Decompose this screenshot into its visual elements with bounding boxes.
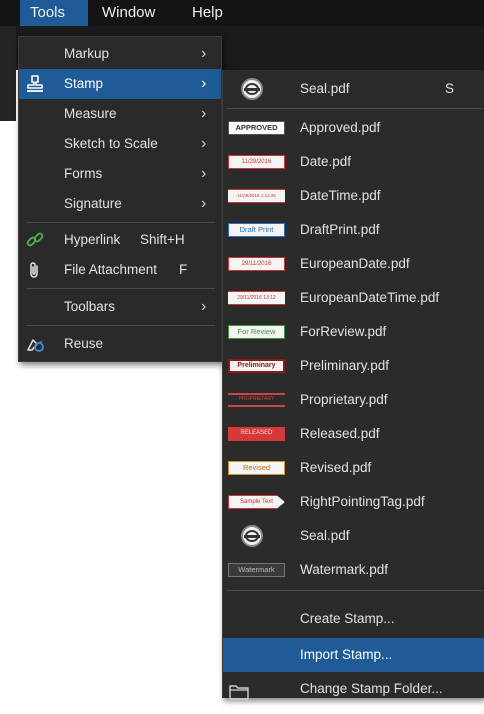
stamp-item-label: Released.pdf — [300, 426, 380, 441]
stamp-thumbnail: Watermark — [228, 563, 285, 577]
stamp-item-released[interactable]: RELEASED Released.pdf — [223, 417, 484, 451]
reuse-icon — [25, 334, 45, 354]
chevron-right-icon: › — [201, 45, 207, 62]
shortcut-label: F — [179, 262, 188, 277]
menu-separator — [27, 325, 215, 326]
stamp-item-approved[interactable]: APPROVED Approved.pdf — [223, 111, 484, 145]
seal-icon — [241, 525, 263, 547]
stamp-item-revised[interactable]: Revised Revised.pdf — [223, 451, 484, 485]
stamp-item-label: Date.pdf — [300, 154, 352, 169]
tools-item-hyperlink[interactable]: Hyperlink Shift+H — [19, 225, 221, 255]
seal-icon — [241, 78, 263, 100]
tools-item-label: File Attachment — [64, 262, 158, 277]
create-stamp-item[interactable]: Create Stamp... — [223, 602, 484, 636]
stamp-item-preliminary[interactable]: Preliminary Preliminary.pdf — [223, 349, 484, 383]
stamp-item-label: ForReview.pdf — [300, 324, 387, 339]
stamp-item-label: Seal.pdf — [300, 528, 350, 543]
stamp-thumbnail: 11/29/2016 — [228, 155, 285, 169]
chevron-right-icon: › — [201, 195, 207, 212]
stamp-item-label: Revised.pdf — [300, 460, 372, 475]
tools-item-label: Hyperlink — [64, 232, 121, 247]
stamp-item-label: Import Stamp... — [300, 647, 393, 662]
menu-separator — [227, 590, 483, 591]
stamp-thumbnail: Preliminary — [228, 359, 285, 373]
tools-item-file-attachment[interactable]: File Attachment F — [19, 255, 221, 285]
stamp-item-date[interactable]: 11/29/2016 Date.pdf — [223, 145, 484, 179]
stamp-item-label: Approved.pdf — [300, 120, 381, 135]
stamp-item-label: Change Stamp Folder... — [300, 681, 443, 696]
tools-item-label: Markup — [64, 46, 110, 61]
shortcut-label: S — [445, 81, 455, 96]
stamp-item-europeandate[interactable]: 29/11/2016 EuropeanDate.pdf — [223, 247, 484, 281]
tools-menu: Markup › Stamp › Measure › Sketch to Sca… — [18, 36, 222, 362]
stamp-item-watermark[interactable]: Watermark Watermark.pdf — [223, 553, 484, 587]
stamp-thumbnail: APPROVED — [228, 121, 285, 135]
chevron-right-icon: › — [201, 165, 207, 182]
stamp-item-datetime[interactable]: 11/29/2016 1:12:26 DateTime.pdf — [223, 179, 484, 213]
chevron-right-icon: › — [201, 105, 207, 122]
stamp-thumbnail: 29/11/2016 13:12 — [228, 291, 285, 305]
tools-item-label: Sketch to Scale — [64, 136, 158, 151]
menu-separator — [227, 108, 483, 109]
stamp-item-forreview[interactable]: For Review ForReview.pdf — [223, 315, 484, 349]
stamp-item-seal[interactable]: Seal.pdf S — [223, 72, 484, 106]
tools-item-sketch-to-scale[interactable]: Sketch to Scale › — [19, 129, 221, 159]
stamp-item-label: Watermark.pdf — [300, 562, 389, 577]
stamp-item-seal-2[interactable]: Seal.pdf — [223, 519, 484, 553]
stamp-icon — [25, 74, 45, 94]
stamp-item-label: EuropeanDateTime.pdf — [300, 290, 440, 305]
stamp-item-draftprint[interactable]: Draft Print DraftPrint.pdf — [223, 213, 484, 247]
menu-separator — [27, 288, 215, 289]
stamp-thumbnail: RELEASED — [228, 427, 285, 441]
tools-item-label: Measure — [64, 106, 117, 121]
stamp-item-label: RightPointingTag.pdf — [300, 494, 425, 509]
stamp-item-label: Proprietary.pdf — [300, 392, 388, 407]
tools-item-stamp[interactable]: Stamp › — [19, 69, 221, 99]
paperclip-icon — [25, 260, 45, 280]
stamp-item-label: DateTime.pdf — [300, 188, 381, 203]
menu-help[interactable]: Help — [182, 0, 234, 26]
stamp-thumbnail: PROPRIETARY — [228, 393, 285, 407]
stamp-item-proprietary[interactable]: PROPRIETARY Proprietary.pdf — [223, 383, 484, 417]
stamp-item-europeandatetime[interactable]: 29/11/2016 13:12 EuropeanDateTime.pdf — [223, 281, 484, 315]
tools-item-toolbars[interactable]: Toolbars › — [19, 292, 221, 322]
stamp-item-label: EuropeanDate.pdf — [300, 256, 410, 271]
stamp-thumbnail: Revised — [228, 461, 285, 475]
tools-item-label: Toolbars — [64, 299, 116, 314]
app-left-edge — [0, 26, 16, 121]
tools-item-signature[interactable]: Signature › — [19, 189, 221, 219]
tools-item-label: Signature — [64, 196, 122, 211]
menu-tools[interactable]: Tools — [20, 0, 88, 26]
chevron-right-icon: › — [201, 298, 207, 315]
stamp-thumbnail: Sample Text — [228, 495, 285, 509]
stamp-item-label: Seal.pdf — [300, 81, 350, 96]
tools-item-label: Stamp — [64, 76, 104, 91]
change-stamp-folder-item[interactable]: Change Stamp Folder... — [223, 672, 484, 706]
menu-window[interactable]: Window — [92, 0, 168, 26]
stamp-thumbnail: 11/29/2016 1:12:26 — [228, 189, 285, 203]
tools-item-forms[interactable]: Forms › — [19, 159, 221, 189]
import-stamp-item[interactable]: Import Stamp... — [223, 638, 484, 672]
folder-icon — [229, 680, 249, 700]
stamp-thumbnail: For Review — [228, 325, 285, 339]
tools-item-label: Forms — [64, 166, 103, 181]
chevron-right-icon: › — [201, 135, 207, 152]
menu-bar: Tools Window Help — [0, 0, 484, 26]
stamp-submenu: Seal.pdf S APPROVED Approved.pdf 11/29/2… — [222, 70, 484, 700]
shortcut-label: Shift+H — [140, 232, 185, 247]
stamp-item-rightpointingtag[interactable]: Sample Text RightPointingTag.pdf — [223, 485, 484, 519]
stamp-thumbnail: 29/11/2016 — [228, 257, 285, 271]
chevron-right-icon: › — [201, 75, 207, 92]
menu-separator — [27, 222, 215, 223]
tools-item-markup[interactable]: Markup › — [19, 39, 221, 69]
stamp-item-label: DraftPrint.pdf — [300, 222, 380, 237]
stamp-thumbnail: Draft Print — [228, 223, 285, 237]
stamp-item-label: Create Stamp... — [300, 611, 395, 626]
tools-item-reuse[interactable]: Reuse — [19, 329, 221, 359]
tools-item-label: Reuse — [64, 336, 104, 351]
tools-item-measure[interactable]: Measure › — [19, 99, 221, 129]
link-icon — [25, 230, 45, 250]
stamp-item-label: Preliminary.pdf — [300, 358, 390, 373]
